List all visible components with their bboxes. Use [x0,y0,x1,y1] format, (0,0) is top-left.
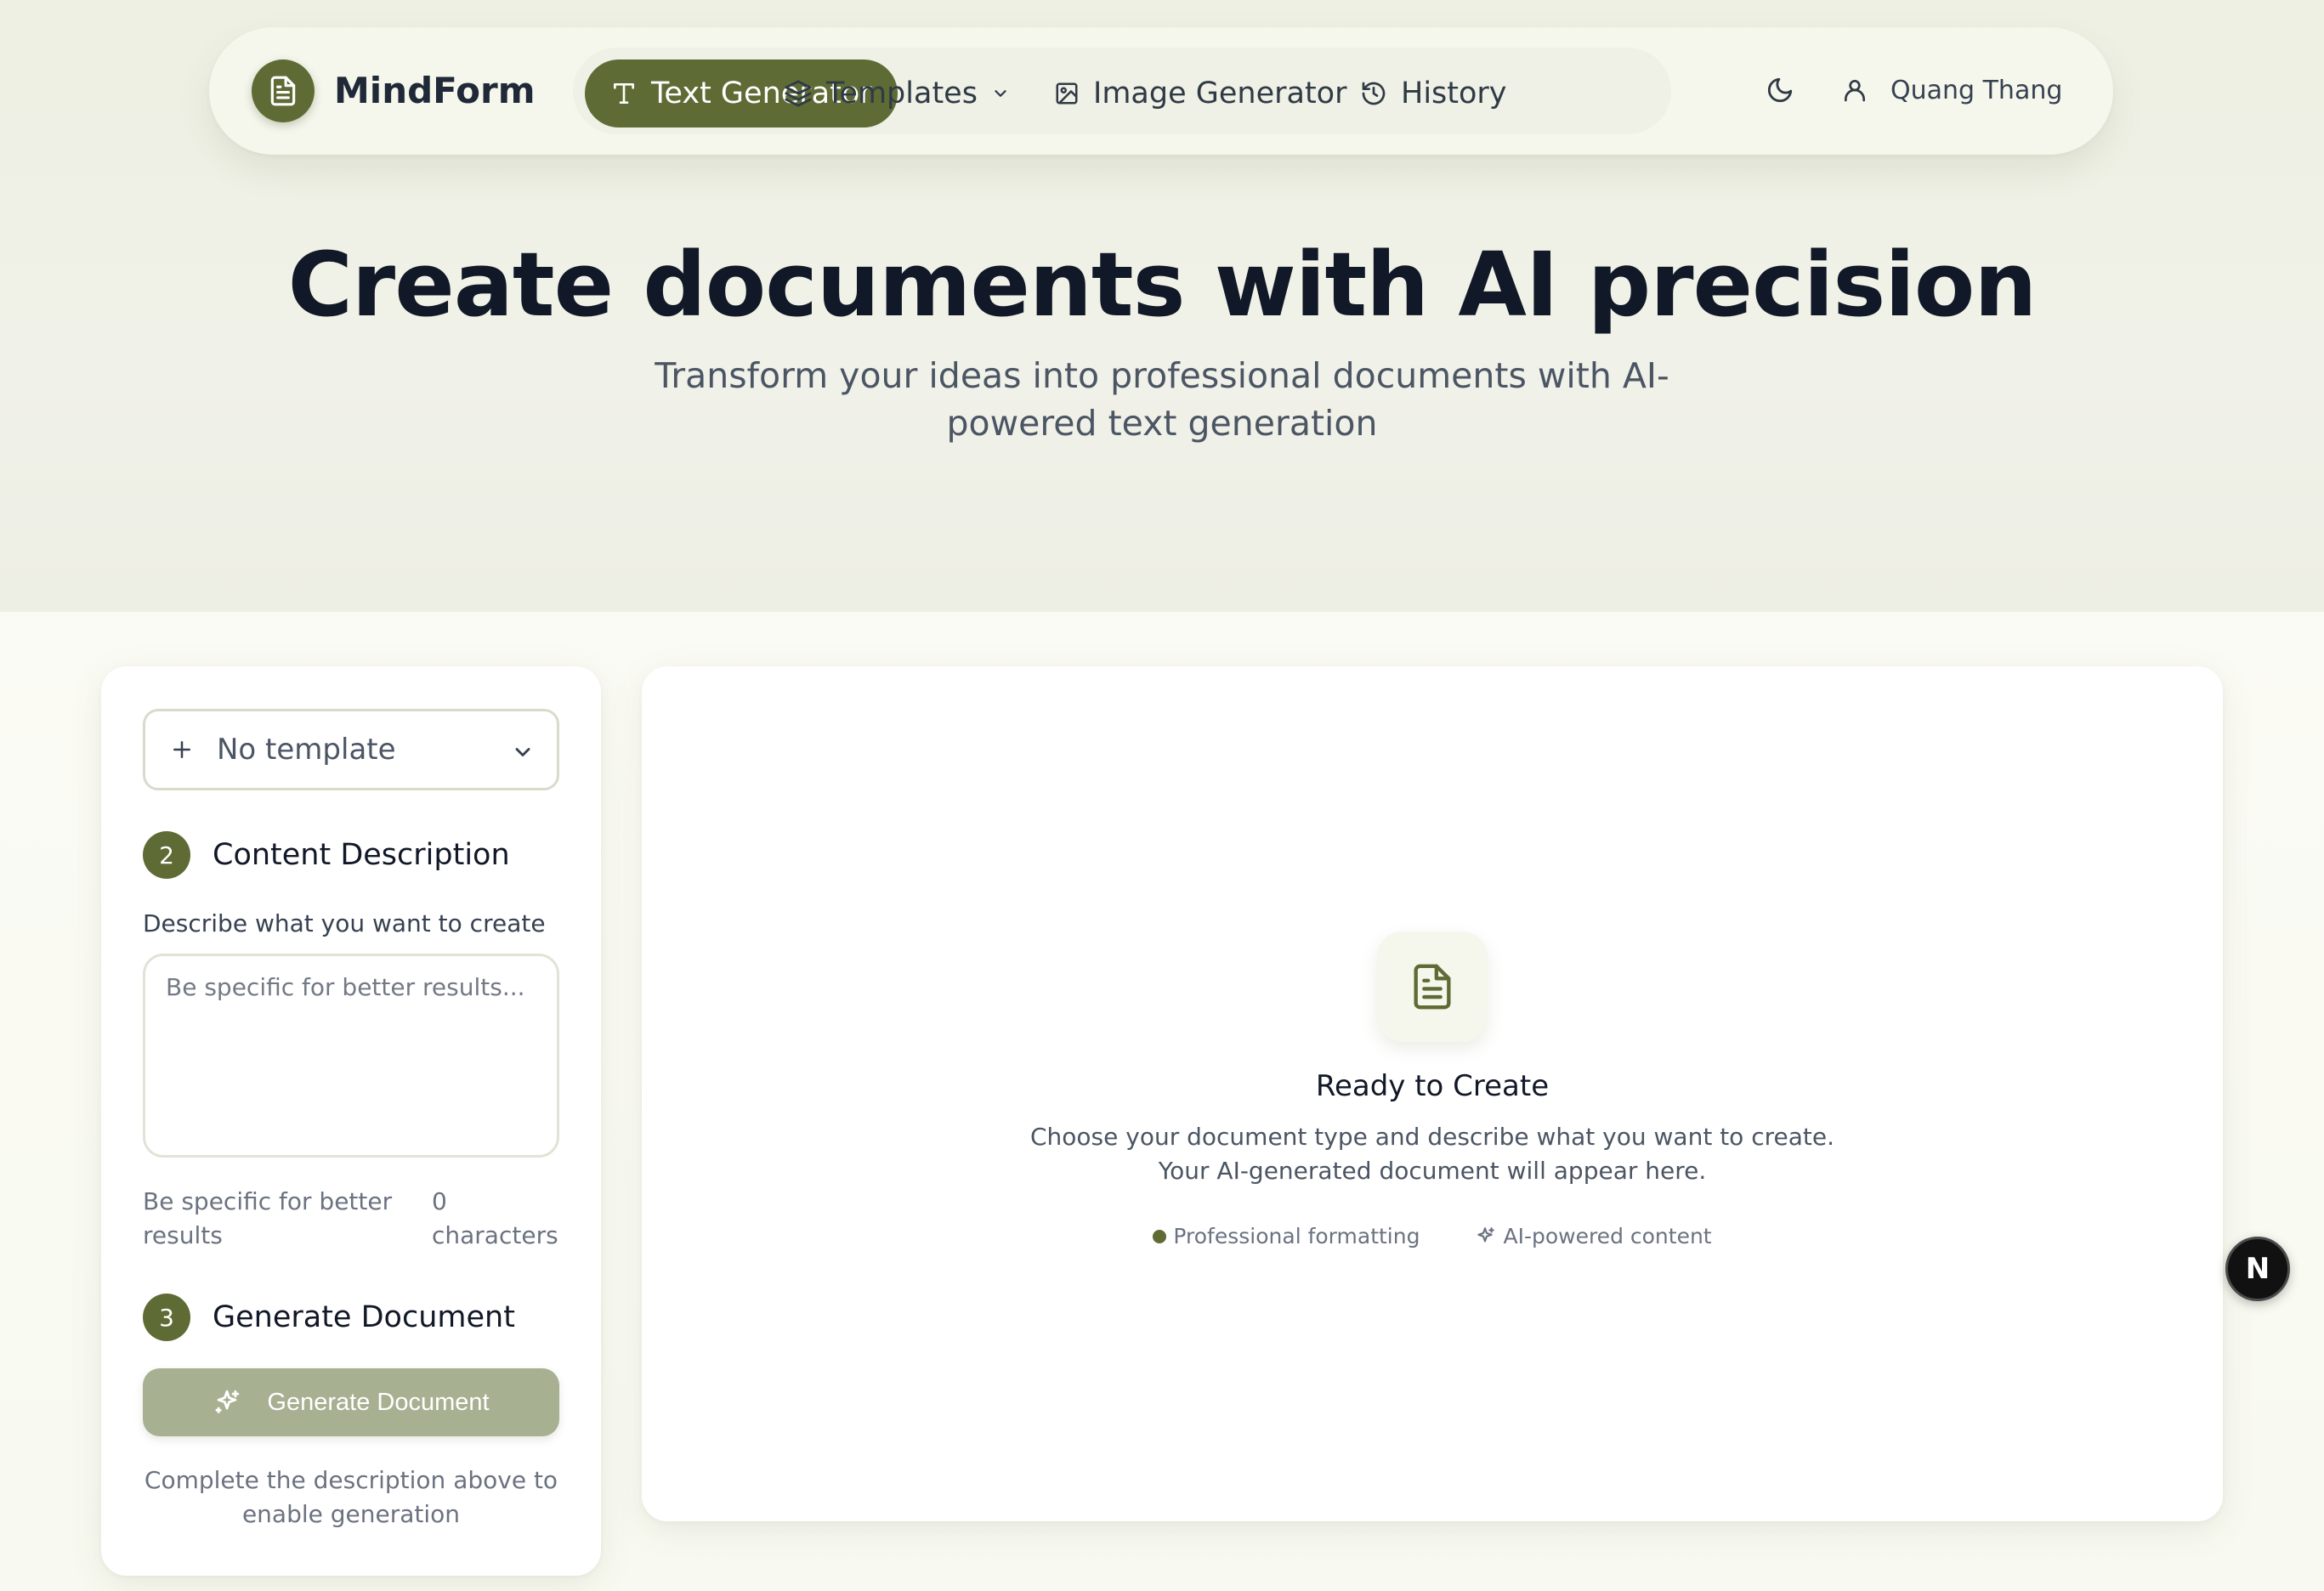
document-icon [1377,931,1488,1042]
brand-name[interactable]: MindForm [334,68,535,114]
image-icon [1056,82,1078,105]
nav-tabs: Text Generator Templates Image Generator… [573,48,1671,134]
template-select-value: No template [217,733,396,767]
sparkles-icon [215,1390,240,1413]
generate-document-button[interactable]: Generate Document [143,1368,559,1436]
document-icon[interactable] [252,59,315,122]
feature-list: Professional formatting AI-powered conte… [642,1224,2223,1248]
dev-tools-badge[interactable]: N [2225,1237,2290,1301]
chevron-down-icon [995,90,1006,97]
feature-label: Professional formatting [1173,1224,1420,1248]
feature-label: AI-powered content [1503,1224,1712,1248]
sparkles-icon [1477,1226,1495,1242]
top-navbar: MindForm Text Generator Templates Image … [209,27,2113,155]
user-icon [1845,80,1865,102]
text-icon [614,83,634,104]
step-number: 2 [143,831,190,879]
description-input[interactable] [143,954,559,1158]
feature-ai-powered-content: AI-powered content [1474,1224,1712,1248]
theme-toggle-button[interactable] [1754,65,1805,116]
empty-state-title: Ready to Create [1315,1069,1550,1103]
input-panel: No template 2 Content Description Descri… [101,666,601,1576]
plus-icon [173,741,190,758]
tab-label: Templates [826,76,978,110]
step-title: Generate Document [213,1300,515,1334]
empty-state-description: Choose your document type and describe w… [642,1120,2223,1188]
feature-professional-formatting: Professional formatting [1153,1224,1420,1248]
character-count: 0 characters [432,1187,558,1249]
tab-label: Image Generator [1093,76,1347,110]
empty-state-line: Choose your document type and describe w… [1029,1123,1834,1151]
generate-button-label: Generate Document [267,1388,490,1416]
template-select[interactable]: No template [143,709,559,790]
history-icon [1362,82,1386,105]
step-generate-document: 3 Generate Document [143,1294,515,1341]
step-title: Content Description [213,838,510,872]
chevron-down-icon [515,748,530,756]
empty-state-line: Your AI-generated document will appear h… [1158,1157,1707,1185]
page-subtitle: Transform your ideas into professional d… [655,355,1669,444]
description-hint: Be specific for better results [143,1187,393,1249]
generate-note: Complete the description above to enable… [144,1466,558,1528]
step-content-description: 2 Content Description [143,831,510,879]
tab-label: History [1401,76,1507,110]
user-name: Quang Thang [1890,75,2063,105]
dot-icon [1153,1229,1167,1243]
layers-icon [785,80,812,107]
description-label: Describe what you want to create [143,909,546,937]
page-title: Create documents with AI precision [287,233,2038,337]
step-number: 3 [143,1294,190,1341]
tab-image-generator[interactable]: Image Generator [1029,59,1372,127]
user-menu[interactable]: Quang Thang [1841,65,2062,116]
tab-templates[interactable]: Templates [758,59,1035,127]
tab-history[interactable]: History [1335,59,1533,127]
moon-icon [1767,77,1793,103]
output-panel: Ready to Create Choose your document typ… [642,666,2223,1521]
